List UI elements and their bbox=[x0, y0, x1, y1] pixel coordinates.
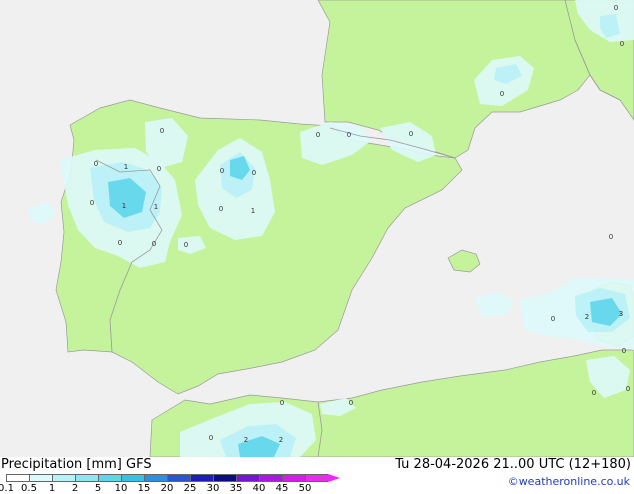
point-label: 0 bbox=[220, 167, 224, 175]
scale-swatch bbox=[52, 474, 75, 482]
point-label: 0 bbox=[118, 239, 122, 247]
scale-swatch bbox=[144, 474, 167, 482]
point-label: 0 bbox=[609, 233, 613, 241]
forecast-datetime: Tu 28-04-2026 21..00 UTC (12+180) bbox=[395, 457, 631, 472]
point-label: 0 bbox=[409, 130, 413, 138]
scale-swatch bbox=[236, 474, 259, 482]
scale-swatch bbox=[6, 474, 29, 482]
point-label: 0 bbox=[252, 169, 256, 177]
point-label: 0 bbox=[349, 399, 353, 407]
scale-swatch bbox=[213, 474, 236, 482]
point-label: 0 bbox=[551, 315, 555, 323]
scale-swatch bbox=[282, 474, 305, 482]
scale-tick-label: 0.1 bbox=[0, 483, 14, 494]
scale-tick-label: 0.5 bbox=[21, 483, 37, 494]
point-label: 1 bbox=[124, 163, 128, 171]
scale-arrow bbox=[328, 474, 340, 482]
point-label: 2 bbox=[279, 436, 283, 444]
point-label: 0 bbox=[622, 347, 626, 355]
scale-swatch bbox=[29, 474, 52, 482]
point-label: 1 bbox=[154, 203, 158, 211]
color-scale-bar bbox=[6, 474, 340, 482]
scale-tick-label: 20 bbox=[160, 483, 174, 494]
point-label: 0 bbox=[152, 240, 156, 248]
legend-panel: Precipitation [mm] GFS Tu 28-04-2026 21.… bbox=[0, 457, 634, 494]
point-label: 0 bbox=[157, 165, 161, 173]
point-label: 0 bbox=[500, 90, 504, 98]
point-label: 0 bbox=[316, 131, 320, 139]
point-label: 1 bbox=[251, 207, 255, 215]
scale-swatch bbox=[305, 474, 328, 482]
scale-swatch bbox=[98, 474, 121, 482]
point-label: 0 bbox=[614, 4, 618, 12]
legend-title: Precipitation [mm] GFS bbox=[1, 457, 152, 472]
point-label: 0 bbox=[184, 241, 188, 249]
scale-tick-label: 45 bbox=[275, 483, 289, 494]
scale-swatch bbox=[167, 474, 190, 482]
point-label: 0 bbox=[620, 40, 624, 48]
point-label: 0 bbox=[347, 131, 351, 139]
point-label: 0 bbox=[90, 199, 94, 207]
scale-tick-label: 5 bbox=[94, 483, 102, 494]
scale-tick-label: 10 bbox=[114, 483, 128, 494]
scale-tick-label: 25 bbox=[183, 483, 197, 494]
scale-tick-label: 50 bbox=[298, 483, 312, 494]
scale-swatch bbox=[259, 474, 282, 482]
point-label: 1 bbox=[122, 202, 126, 210]
point-label: 0 bbox=[160, 127, 164, 135]
point-label: 2 bbox=[244, 436, 248, 444]
scale-tick-label: 40 bbox=[252, 483, 266, 494]
scale-tick-label: 2 bbox=[71, 483, 79, 494]
scale-tick-label: 30 bbox=[206, 483, 220, 494]
point-label: 0 bbox=[209, 434, 213, 442]
point-label: 0 bbox=[280, 399, 284, 407]
point-label: 3 bbox=[619, 310, 623, 318]
scale-swatch bbox=[190, 474, 213, 482]
scale-tick-label: 35 bbox=[229, 483, 243, 494]
point-label: 2 bbox=[585, 313, 589, 321]
credit-link[interactable]: ©weatheronline.co.uk bbox=[508, 475, 630, 489]
point-label: 0 bbox=[592, 389, 596, 397]
scale-tick-label: 1 bbox=[48, 483, 56, 494]
scale-swatch bbox=[75, 474, 98, 482]
scale-tick-label: 15 bbox=[137, 483, 151, 494]
point-label: 0 bbox=[626, 385, 630, 393]
point-label: 0 bbox=[94, 160, 98, 168]
precipitation-map: 0 0 0 0 0 0 0 0 1 0 0 0 0 1 1 0 1 0 0 0 0 0 2 3 0 0 0 0 0 0 2 2 bbox=[0, 0, 634, 457]
point-label: 0 bbox=[219, 205, 223, 213]
scale-swatch bbox=[121, 474, 144, 482]
